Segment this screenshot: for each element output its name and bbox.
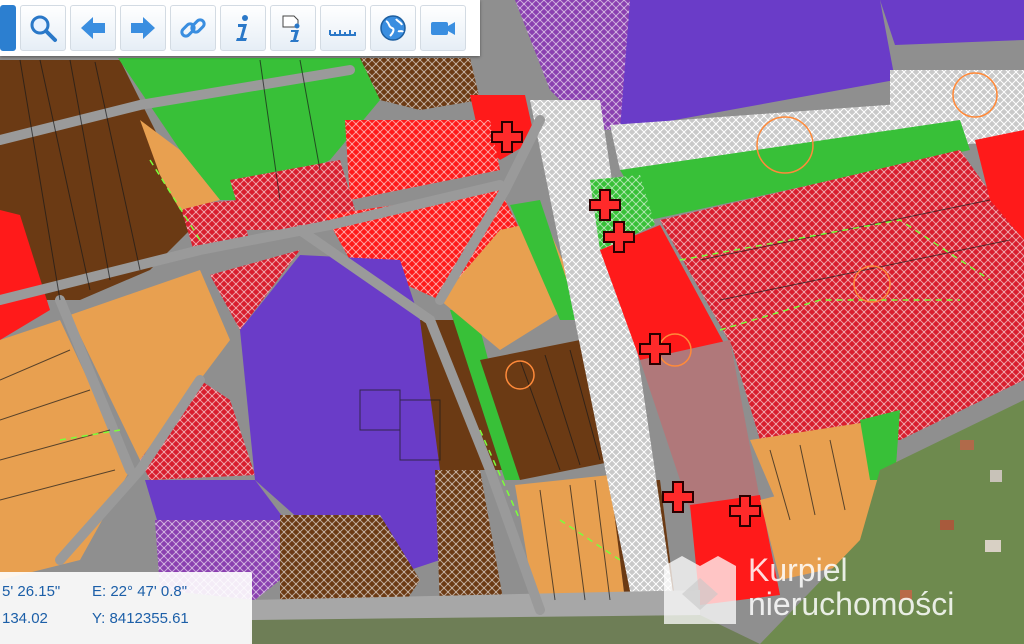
y-coordinate-readout: Y: 8412355.61 [92, 610, 189, 627]
map-toolbar [0, 0, 480, 56]
forward-button[interactable] [120, 5, 166, 51]
coordinates-panel: 5' 26.15" E: 22° 47' 0.8" 134.02 Y: 8412… [0, 572, 252, 644]
back-button[interactable] [70, 5, 116, 51]
link-button[interactable] [170, 5, 216, 51]
info-icon [236, 15, 248, 41]
globe-button[interactable] [370, 5, 416, 51]
arrow-left-icon [81, 17, 105, 39]
arrow-right-icon [131, 17, 155, 39]
watermark-line1: Kurpiel [748, 552, 848, 588]
measure-button[interactable] [320, 5, 366, 51]
aerial-building [940, 520, 954, 530]
info-document-button[interactable] [270, 5, 316, 51]
latitude-readout: 5' 26.15" [2, 583, 61, 600]
x-coordinate-readout: 134.02 [2, 610, 48, 627]
longitude-readout: E: 22° 47' 0.8" [92, 583, 188, 600]
video-camera-icon [431, 22, 455, 35]
ruler-icon [329, 30, 356, 36]
kurpiel-watermark: Kurpiel nieruchomości [662, 548, 1012, 630]
zoom-button[interactable] [20, 5, 66, 51]
info-button[interactable] [220, 5, 266, 51]
aerial-building [990, 470, 1002, 482]
watermark-line2: nieruchomości [748, 586, 955, 622]
kurpiel-logo-icon [664, 556, 736, 624]
document-info-icon [282, 15, 300, 42]
aerial-building [960, 440, 974, 450]
menu-tab-button[interactable] [0, 5, 16, 51]
video-button[interactable] [420, 5, 466, 51]
chain-link-icon [180, 18, 206, 38]
zone-public [880, 0, 1024, 45]
globe-icon [380, 15, 406, 41]
magnifier-icon [30, 15, 57, 42]
